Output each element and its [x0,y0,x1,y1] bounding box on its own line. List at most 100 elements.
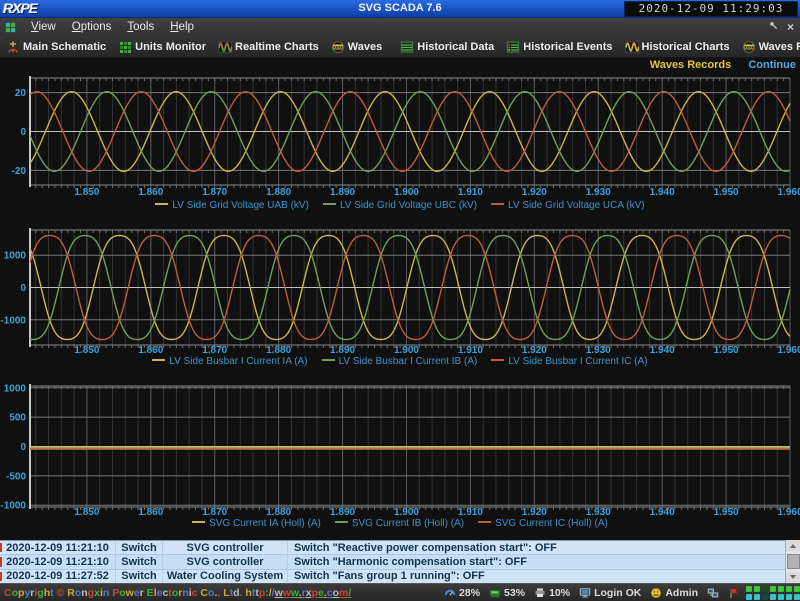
status-led [746,594,752,600]
y-axis-label: -1000 [0,501,26,512]
event-row[interactable]: 2020-12-09 11:27:52SwitchWater Cooling S… [0,570,800,584]
realtime-wave-icon [218,40,232,54]
y-axis-label: -1000 [0,315,26,326]
event-source: SVG controller [163,541,288,554]
toolbar-button-label: Waves [348,41,382,53]
scroll-up-icon[interactable] [786,540,800,551]
menu-tools[interactable]: Tools [119,21,162,33]
alarm-icon [728,587,740,599]
toolbar-button-realtime-charts[interactable]: Realtime Charts [212,36,325,57]
status-led [786,594,792,600]
legend-label: LV Side Grid Voltage UBC (kV) [340,200,477,211]
event-type: Switch [116,541,163,554]
monitor-icon [579,587,591,599]
status-led [754,594,760,600]
legend-dash [192,521,205,523]
pin-icon[interactable] [768,20,779,34]
y-axis-label: 0 [20,127,26,138]
printer-icon [534,587,546,599]
x-axis-label: 1.920 [522,187,547,198]
x-axis-label: 1.890 [330,507,355,516]
status-indicator-28: 28% [444,587,480,599]
x-axis-label: 1.880 [266,345,291,354]
event-source: Water Cooling System [163,570,288,583]
gauge-icon [444,587,456,599]
chart-legend: SVG Current IA (Holl) (A) SVG Current IB … [0,518,800,529]
x-axis-label: 1.880 [266,507,291,516]
legend-label: SVG Current IA (Holl) (A) [209,518,321,529]
status-led [794,586,800,592]
status-led [762,594,768,600]
status-indicator-label: 10% [549,587,570,599]
y-axis-label: 500 [9,413,26,424]
toolbar-button-label: Realtime Charts [235,41,319,53]
legend-dash [335,521,348,523]
table-icon [400,40,414,54]
schematic-icon [6,40,20,54]
chart-legend: LV Side Busbar I Current IA (A)LV Side B… [0,356,800,367]
app-icon[interactable] [4,21,17,34]
status-led [770,586,776,592]
scroll-down-icon[interactable] [786,572,800,583]
event-message: Switch "Reactive power compensation star… [288,541,786,554]
menu-view[interactable]: View [23,21,64,33]
legend-dash [155,203,168,205]
x-axis-label: 1.850 [74,345,99,354]
y-axis-label: 1000 [4,251,27,262]
status-indicator-label: 53% [504,587,525,599]
event-row[interactable]: 2020-12-09 11:21:10SwitchSVG controllerS… [0,555,800,569]
copyright-text: Copyright © Rongxin Power Electornic Co.… [4,587,351,599]
toolbar-button-label: Historical Events [523,41,612,53]
legend-item: LV Side Grid Voltage UBC (kV) [323,200,477,211]
x-axis-label: 1.850 [74,187,99,198]
waves-icon [331,40,345,54]
x-axis-label: 1.920 [522,507,547,516]
toolbar-button-historical-events[interactable]: Historical Events [500,36,618,57]
x-axis-label: 1.870 [202,507,227,516]
x-axis-label: 1.910 [458,345,483,354]
x-axis-label: 1.900 [394,507,419,516]
waves-records-icon [742,40,756,54]
datetime-display: 2020-12-09 11:29:03 [624,1,798,17]
units-grid-icon [118,40,132,54]
x-axis-label: 1.920 [522,345,547,354]
x-axis-label: 1.940 [650,187,675,198]
legend-dash [152,359,165,361]
event-message: Switch "Fans group 1 running": OFF [288,570,786,583]
y-axis-label: 0 [20,442,26,453]
legend-item: LV Side Grid Voltage UCA (kV) [491,200,645,211]
toolbar-button-label: Historical Charts [642,41,730,53]
event-row[interactable]: 2020-12-09 11:21:10SwitchSVG controllerS… [0,541,800,555]
event-table-scrollbar[interactable] [785,540,800,583]
legend-dash [323,203,336,205]
menu-options[interactable]: Options [64,21,120,33]
x-axis-label: 1.900 [394,187,419,198]
status-led [794,594,800,600]
status-led [770,594,776,600]
x-axis-label: 1.860 [138,345,163,354]
toolbar-button-waves-records[interactable]: Waves Records [736,36,800,57]
x-axis-label: 1.870 [202,345,227,354]
scrollbar-thumb[interactable] [787,554,800,569]
event-type: Switch [116,570,163,583]
x-axis-label: 1.930 [586,345,611,354]
grid-voltage-chart: 200-201.8501.8601.8701.8801.8901.9001.91… [0,70,800,216]
x-axis-label: 1.960 [777,187,800,198]
toolbar-button-historical-charts[interactable]: Historical Charts [619,36,736,57]
close-icon[interactable]: × [787,19,794,35]
event-source: SVG controller [163,555,288,568]
legend-label: SVG Current IB (Holl) (A) [352,518,464,529]
y-axis-label: 0 [20,283,26,294]
toolbar-button-units-monitor[interactable]: Units Monitor [112,36,212,57]
x-axis-label: 1.890 [330,345,355,354]
network-icon [707,587,719,599]
x-axis-label: 1.930 [586,187,611,198]
status-indicator-53: 53% [489,587,525,599]
legend-item: LV Side Grid Voltage UAB (kV) [155,200,309,211]
menu-help[interactable]: Help [162,21,202,33]
status-indicator-loginok: Login OK [579,587,641,599]
x-axis-label: 1.960 [777,507,800,516]
toolbar-button-main-schematic[interactable]: Main Schematic [0,36,112,57]
toolbar-button-historical-data[interactable]: Historical Data [394,36,500,57]
toolbar-button-waves[interactable]: Waves [325,36,388,57]
